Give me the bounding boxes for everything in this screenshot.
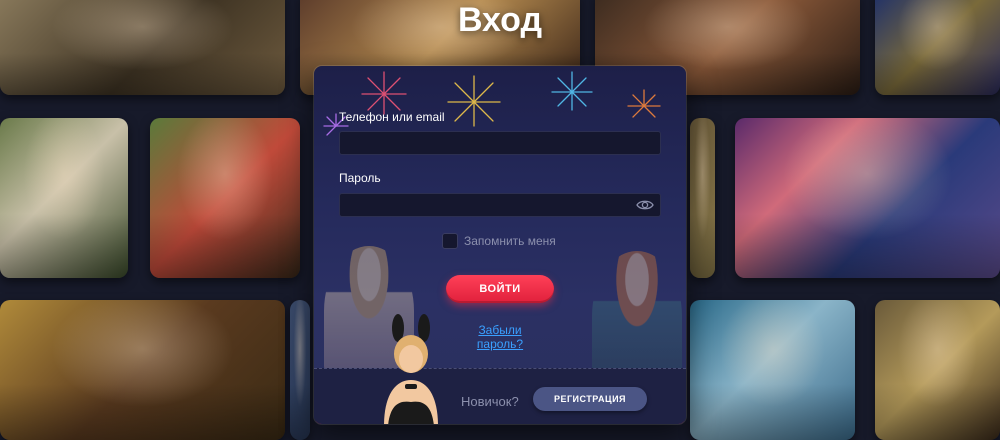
hostess-illustration [592,251,682,381]
login-modal: Телефон или email Пароль Запомнить меня … [314,66,686,424]
game-thumbnail [150,118,300,278]
page-title: Вход [457,1,543,39]
login-button[interactable]: ВОЙТИ [446,275,554,303]
game-thumbnail [735,118,1000,278]
forgot-password-link[interactable]: Забыли пароль? [454,323,546,351]
game-thumbnail [0,300,285,440]
remember-checkbox[interactable] [442,233,458,249]
game-thumbnail [690,118,715,278]
newbie-label: Новичок? [461,394,519,409]
register-button[interactable]: РЕГИСТРАЦИЯ [533,387,647,411]
password-label: Пароль [339,171,381,185]
password-input[interactable] [339,193,661,217]
eye-icon[interactable] [636,197,654,213]
login-input[interactable] [339,131,661,155]
game-thumbnail [875,300,1000,440]
register-footer: Новичок? РЕГИСТРАЦИЯ [314,368,686,424]
login-label: Телефон или email [339,110,445,124]
remember-me[interactable]: Запомнить меня [442,232,556,250]
game-thumbnail [290,300,310,440]
game-thumbnail [690,300,855,440]
bunny-girl-illustration [384,314,438,424]
remember-label: Запомнить меня [464,234,556,248]
game-thumbnail [0,118,128,278]
